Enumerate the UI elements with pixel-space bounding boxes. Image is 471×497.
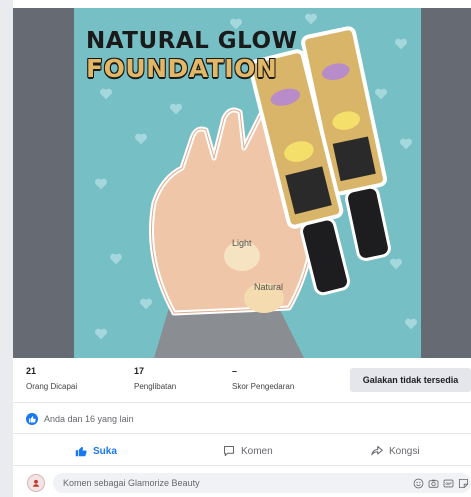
stat-distribution-label: Skor Pengedaran <box>232 382 295 391</box>
post-card: NATURAL GLOW FOUNDATION Light Natural 21… <box>13 0 471 497</box>
comment-button-label: Komen <box>241 445 273 457</box>
like-button-label: Suka <box>93 445 117 457</box>
stat-distribution-value: – <box>232 366 238 376</box>
emoji-icon[interactable] <box>413 478 424 489</box>
post-image[interactable]: NATURAL GLOW FOUNDATION Light Natural <box>13 8 471 358</box>
camera-icon[interactable] <box>428 478 439 489</box>
post-insights: 21 Orang Dicapai 17 Penglibatan – Skor P… <box>13 358 471 403</box>
share-icon <box>371 445 383 456</box>
share-button[interactable]: Kongsi <box>371 436 420 466</box>
reaction-summary-text: Anda dan 16 yang lain <box>44 413 134 424</box>
comment-button[interactable]: Komen <box>223 436 273 466</box>
like-reaction-icon <box>26 412 38 425</box>
comment-input[interactable]: Komen sebagai Glamorize Beauty GIF <box>53 473 471 493</box>
stat-engagement: 17 Penglibatan <box>134 366 176 391</box>
reaction-summary[interactable]: Anda dan 16 yang lain <box>13 404 471 434</box>
stat-engagement-label: Penglibatan <box>134 382 177 391</box>
gif-icon[interactable]: GIF <box>443 478 454 489</box>
image-title-line2: FOUNDATION <box>86 54 278 83</box>
comment-input-placeholder: Komen sebagai Glamorize Beauty <box>63 478 200 488</box>
svg-text:GIF: GIF <box>445 482 452 486</box>
stat-distribution: – Skor Pengedaran <box>232 366 294 391</box>
stat-engagement-value: 17 <box>134 366 145 376</box>
thumbs-up-icon <box>75 446 87 457</box>
image-title-line1: NATURAL GLOW <box>86 28 298 54</box>
stat-reach: 21 Orang Dicapai <box>26 366 77 391</box>
share-button-label: Kongsi <box>389 445 420 457</box>
brand-logo-icon <box>32 479 40 487</box>
comment-icon <box>223 445 235 457</box>
swatch-label-natural: Natural <box>254 282 284 292</box>
stat-reach-label: Orang Dicapai <box>26 382 78 391</box>
boost-unavailable-button[interactable]: Galakan tidak tersedia <box>350 368 471 392</box>
like-button[interactable]: Suka <box>75 436 117 466</box>
post-actions: Suka Komen Kongsi <box>13 436 471 466</box>
product-photo: NATURAL GLOW FOUNDATION Light Natural <box>74 8 421 358</box>
stat-reach-value: 21 <box>26 366 37 376</box>
comment-composer: Komen sebagai Glamorize Beauty GIF <box>13 469 471 497</box>
swatch-label-light: Light <box>232 238 252 248</box>
avatar[interactable] <box>27 474 45 492</box>
comment-tools: GIF <box>413 473 469 493</box>
sticker-icon[interactable] <box>458 478 469 489</box>
